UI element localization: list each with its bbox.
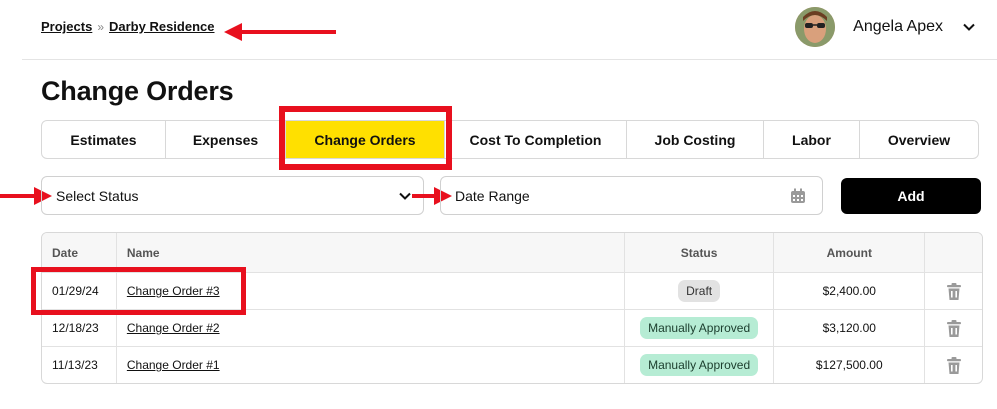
table-row[interactable]: 01/29/24 Change Order #3 Draft $2,400.00 (42, 272, 982, 309)
page-title: Change Orders (41, 76, 234, 106)
row-date: 11/13/23 (42, 347, 117, 383)
change-order-link[interactable]: Change Order #2 (127, 321, 220, 335)
user-name: Angela Apex (853, 18, 943, 35)
column-header-amount[interactable]: Amount (774, 233, 926, 272)
change-order-link[interactable]: Change Order #3 (127, 284, 220, 298)
header-divider (22, 59, 997, 60)
tab-overview[interactable]: Overview (860, 121, 978, 158)
tab-job-costing[interactable]: Job Costing (627, 121, 764, 158)
trash-icon[interactable] (946, 356, 961, 374)
row-amount: $3,120.00 (774, 310, 926, 346)
change-order-link[interactable]: Change Order #1 (127, 358, 220, 372)
trash-icon[interactable] (946, 282, 961, 300)
calendar-icon[interactable] (790, 188, 806, 204)
date-range-input[interactable]: Date Range (440, 176, 823, 215)
user-menu[interactable]: Angela Apex (795, 7, 975, 47)
status-select[interactable]: Select Status (41, 176, 424, 215)
tab-bar: Estimates Expenses Change Orders Cost To… (41, 120, 979, 159)
tab-estimates[interactable]: Estimates (42, 121, 166, 158)
row-date: 01/29/24 (42, 273, 117, 309)
tab-change-orders[interactable]: Change Orders (286, 121, 445, 158)
status-badge: Draft (678, 280, 721, 302)
table-row[interactable]: 12/18/23 Change Order #2 Manually Approv… (42, 309, 982, 346)
chevron-down-icon (399, 192, 411, 200)
trash-icon[interactable] (946, 319, 961, 337)
breadcrumb-project-link[interactable]: Darby Residence (109, 19, 215, 34)
change-orders-table: Date Name Status Amount 01/29/24 Change … (41, 232, 983, 384)
breadcrumb-separator: » (97, 19, 104, 34)
column-header-date[interactable]: Date (42, 233, 117, 272)
column-header-name[interactable]: Name (117, 233, 625, 272)
table-header-row: Date Name Status Amount (42, 233, 982, 272)
status-badge: Manually Approved (640, 354, 759, 376)
date-range-placeholder: Date Range (455, 187, 530, 204)
row-date: 12/18/23 (42, 310, 117, 346)
status-select-value: Select Status (56, 187, 139, 204)
tab-expenses[interactable]: Expenses (166, 121, 286, 158)
annotation-arrow-icon (224, 23, 336, 41)
table-row[interactable]: 11/13/23 Change Order #1 Manually Approv… (42, 346, 982, 383)
row-amount: $127,500.00 (774, 347, 926, 383)
tab-labor[interactable]: Labor (764, 121, 860, 158)
status-badge: Manually Approved (640, 317, 759, 339)
row-amount: $2,400.00 (774, 273, 926, 309)
breadcrumb-projects-link[interactable]: Projects (41, 19, 92, 34)
breadcrumb: Projects » Darby Residence (41, 19, 215, 34)
tab-cost-to-completion[interactable]: Cost To Completion (445, 121, 627, 158)
column-header-actions (925, 233, 982, 272)
chevron-down-icon[interactable] (963, 21, 975, 33)
column-header-status[interactable]: Status (625, 233, 775, 272)
avatar[interactable] (795, 7, 836, 47)
add-button[interactable]: Add (841, 178, 981, 214)
